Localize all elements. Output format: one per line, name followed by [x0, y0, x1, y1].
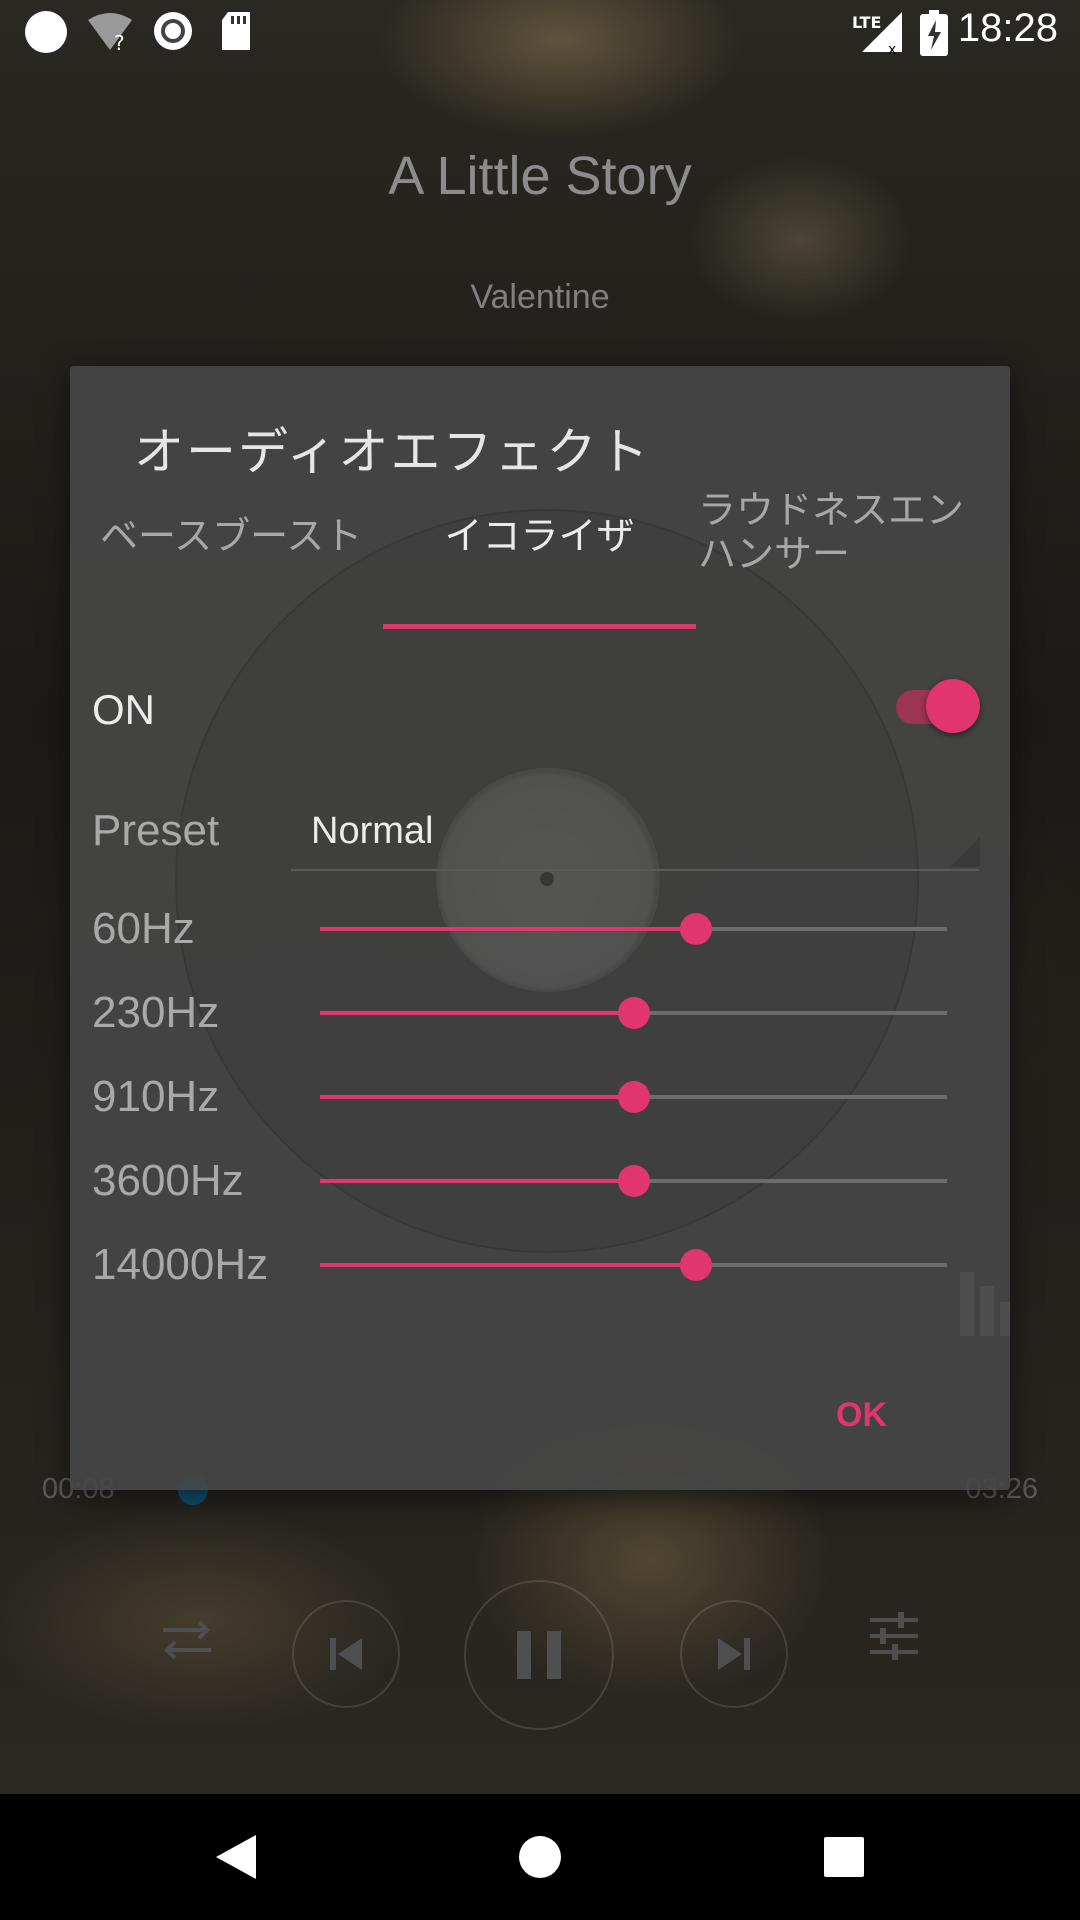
- band-row: 60Hz: [70, 886, 1010, 966]
- band-slider-fill: [320, 1263, 697, 1267]
- band-slider[interactable]: [320, 913, 947, 945]
- back-button[interactable]: [156, 1794, 316, 1920]
- repeat-icon: [163, 1620, 211, 1660]
- tab-bass-boost[interactable]: ベースブースト: [100, 462, 370, 602]
- status-bar: ? LTE x 18:28: [0, 0, 1080, 63]
- song-title: A Little Story: [388, 146, 692, 206]
- equalizer-icon: [870, 1612, 918, 1660]
- tab-loudness-enhancer[interactable]: ラウドネスエンハンサー: [698, 462, 998, 602]
- band-label: 3600Hz: [92, 1156, 244, 1205]
- next-button[interactable]: [680, 1600, 788, 1708]
- bars-icon: [960, 1266, 1010, 1340]
- skip-previous-icon: [330, 1638, 362, 1670]
- pause-button[interactable]: [464, 1580, 614, 1730]
- player-controls: [0, 1580, 1080, 1730]
- band-label: 910Hz: [92, 1072, 220, 1121]
- home-button[interactable]: [460, 1794, 620, 1920]
- circle-icon: [24, 10, 68, 58]
- svg-text:?: ?: [114, 31, 125, 52]
- back-icon: [216, 1835, 256, 1879]
- band-slider-fill: [320, 1095, 634, 1099]
- vinyl-record-hole: [540, 872, 554, 886]
- band-slider-fill: [320, 1011, 634, 1015]
- band-label: 230Hz: [92, 988, 220, 1037]
- battery-charging-icon: [920, 10, 948, 60]
- band-slider-thumb[interactable]: [680, 913, 713, 945]
- svg-text:LTE: LTE: [852, 13, 881, 32]
- preset-label: Preset: [92, 806, 220, 855]
- song-artist: Valentine: [470, 278, 610, 316]
- sdcard-icon: [220, 12, 252, 54]
- band-slider-thumb[interactable]: [617, 997, 650, 1029]
- skip-next-icon: [718, 1638, 750, 1670]
- band-label: 14000Hz: [92, 1240, 269, 1289]
- preset-dropdown[interactable]: Normal: [311, 810, 433, 853]
- wifi-unknown-icon: ?: [86, 12, 134, 56]
- band-slider-fill: [320, 1179, 634, 1183]
- band-label: 60Hz: [92, 904, 195, 953]
- preset-dropdown-underline: [291, 869, 979, 871]
- signal-icon: LTE x: [852, 10, 904, 58]
- previous-button[interactable]: [292, 1600, 400, 1708]
- recents-button[interactable]: [764, 1794, 924, 1920]
- on-label: ON: [92, 686, 155, 733]
- band-row: 910Hz: [70, 1054, 1010, 1134]
- equalizer-switch-thumb[interactable]: [926, 679, 980, 733]
- tab-equalizer[interactable]: イコライザ: [383, 462, 696, 602]
- recents-icon: [824, 1837, 864, 1877]
- band-row: 230Hz: [70, 970, 1010, 1050]
- band-slider[interactable]: [320, 997, 947, 1029]
- band-slider-fill: [320, 927, 697, 931]
- band-slider[interactable]: [320, 1081, 947, 1113]
- svg-text:x: x: [888, 42, 896, 54]
- band-slider-thumb[interactable]: [680, 1249, 713, 1281]
- navigation-bar: [0, 1794, 1080, 1920]
- band-slider-thumb[interactable]: [617, 1165, 650, 1197]
- band-slider[interactable]: [320, 1249, 947, 1281]
- tab-indicator: [383, 624, 696, 629]
- status-time: 18:28: [957, 6, 1058, 50]
- equalizer-button[interactable]: [866, 1608, 922, 1664]
- band-row: 3600Hz: [70, 1138, 1010, 1218]
- band-slider-thumb[interactable]: [617, 1081, 650, 1113]
- audio-effect-dialog: オーディオエフェクト ベースブースト イコライザ ラウドネスエンハンサー ON …: [70, 366, 1010, 1490]
- band-row: 14000Hz: [70, 1222, 1010, 1302]
- dropdown-arrow-icon[interactable]: [950, 837, 980, 867]
- home-icon: [519, 1836, 561, 1878]
- record-icon: [152, 10, 194, 56]
- band-slider[interactable]: [320, 1165, 947, 1197]
- ok-button[interactable]: OK: [836, 1396, 887, 1435]
- pause-icon: [517, 1631, 561, 1679]
- repeat-button[interactable]: [155, 1610, 219, 1670]
